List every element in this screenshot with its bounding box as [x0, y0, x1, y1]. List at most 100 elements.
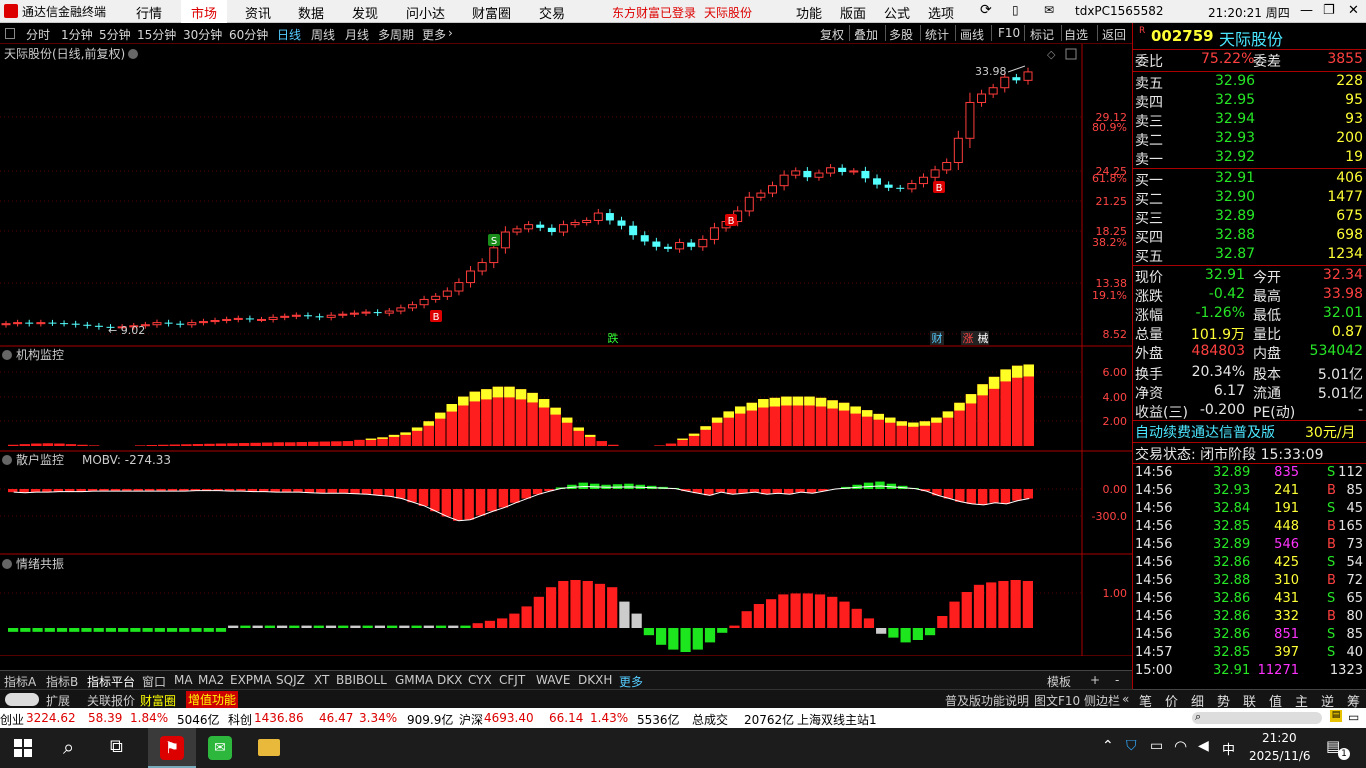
- tab-wave[interactable]: WAVE: [536, 673, 570, 687]
- period-multi[interactable]: 多周期: [378, 26, 414, 43]
- inst-dropdown-icon[interactable]: [2, 350, 12, 360]
- template-button[interactable]: 模板: [1047, 673, 1071, 690]
- period-15min[interactable]: 15分钟: [137, 26, 176, 43]
- tool-diejia[interactable]: 叠加: [854, 26, 878, 43]
- add-button[interactable]: +: [1090, 673, 1100, 687]
- sidebar-toggle-icon[interactable]: [5, 28, 15, 39]
- wifi-icon[interactable]: ◠: [1174, 737, 1187, 755]
- tab-dkx[interactable]: DKX: [437, 673, 462, 687]
- period-1min[interactable]: 1分钟: [61, 26, 93, 43]
- minimize-icon[interactable]: —: [1300, 3, 1313, 18]
- menu-zixun[interactable]: 资讯: [245, 3, 271, 22]
- tool-f10[interactable]: F10: [998, 26, 1020, 40]
- tab-window[interactable]: 窗口: [142, 673, 166, 690]
- ad-text[interactable]: 自动续费通达信普及版: [1135, 422, 1275, 442]
- dropdown-icon[interactable]: [128, 49, 138, 59]
- tab-related-quote[interactable]: 关联报价: [87, 692, 135, 709]
- period-60min[interactable]: 60分钟: [229, 26, 268, 43]
- menu-shuju[interactable]: 数据: [298, 3, 324, 22]
- sidebar-collapse-icon[interactable]: «: [1122, 692, 1129, 706]
- tab-cyx[interactable]: CYX: [468, 673, 492, 687]
- taskbar-date[interactable]: 2025/11/6: [1249, 749, 1311, 763]
- tab-indicator-b[interactable]: 指标B: [46, 673, 78, 690]
- tab-ma[interactable]: MA: [174, 673, 193, 687]
- ime-indicator[interactable]: 中: [1222, 739, 1235, 758]
- period-fenshi[interactable]: 分时: [26, 26, 50, 43]
- help-link[interactable]: 普及版功能说明: [945, 692, 1029, 709]
- tab-indicator-platform[interactable]: 指标平台: [87, 673, 135, 690]
- menu-shichang[interactable]: 市场: [181, 0, 228, 23]
- tool-fanhui[interactable]: 返回: [1102, 26, 1126, 43]
- menu-banmian[interactable]: 版面: [840, 3, 866, 22]
- f10-link[interactable]: 图文F10: [1034, 692, 1080, 709]
- tool-fuquan[interactable]: 复权: [820, 26, 844, 43]
- ticker-slider[interactable]: [1192, 712, 1322, 724]
- notify-icon[interactable]: ▤: [1330, 710, 1342, 722]
- ticker-hs-name[interactable]: 沪深: [459, 711, 483, 728]
- volume-icon[interactable]: ◀: [1198, 738, 1209, 754]
- menu-xuanxiang[interactable]: 选项: [928, 3, 954, 22]
- chevron-right-icon[interactable]: ›: [448, 26, 453, 40]
- period-daily[interactable]: 日线: [277, 26, 301, 43]
- tab-gmma[interactable]: GMMA: [395, 673, 433, 687]
- menu-caifuquan[interactable]: 财富圈: [472, 3, 511, 22]
- ticker-cyb-name[interactable]: 创业: [0, 711, 24, 728]
- tab-extend[interactable]: 扩展: [46, 692, 70, 709]
- tool-duogu[interactable]: 多股: [889, 26, 913, 43]
- menu-stock-name[interactable]: 天际股份: [704, 4, 752, 21]
- retail-dropdown-icon[interactable]: [2, 455, 12, 465]
- mail-icon[interactable]: ✉: [1044, 3, 1054, 17]
- tray-chevron-icon[interactable]: ⌃: [1102, 738, 1114, 754]
- security-icon[interactable]: ⛉: [1126, 738, 1137, 754]
- period-5min[interactable]: 5分钟: [99, 26, 131, 43]
- menu-faxian[interactable]: 发现: [352, 3, 378, 22]
- refresh-icon[interactable]: ⟳: [980, 2, 992, 18]
- tool-biaoji[interactable]: 标记: [1030, 26, 1054, 43]
- task-view-icon[interactable]: ⧉: [110, 736, 123, 757]
- phone-icon[interactable]: ▯: [1012, 3, 1019, 17]
- remove-button[interactable]: -: [1115, 673, 1119, 687]
- taskbar-time[interactable]: 21:20: [1262, 731, 1297, 745]
- search-icon[interactable]: ⌕: [63, 735, 74, 759]
- search-icon[interactable]: ⌕: [1195, 710, 1201, 724]
- ad-price[interactable]: 30元/月: [1305, 422, 1356, 442]
- period-weekly[interactable]: 周线: [311, 26, 335, 43]
- tab-bbiboll[interactable]: BBIBOLL: [336, 673, 387, 687]
- wechat-icon[interactable]: ✉: [208, 736, 232, 760]
- menu-hangqing[interactable]: 行情: [136, 3, 162, 22]
- tool-huaxian[interactable]: 画线: [960, 26, 984, 43]
- tab-xt[interactable]: XT: [314, 673, 329, 687]
- battery-icon[interactable]: ▭: [1150, 738, 1163, 754]
- window-icon[interactable]: ▭: [1348, 710, 1359, 724]
- tab-cfjt[interactable]: CFJT: [499, 673, 525, 687]
- period-more[interactable]: 更多: [422, 26, 446, 43]
- tab-dkxh[interactable]: DKXH: [578, 673, 612, 687]
- ticker-kc-name[interactable]: 科创: [228, 711, 252, 728]
- tab-ma2[interactable]: MA2: [198, 673, 224, 687]
- menu-jiaoyi[interactable]: 交易: [539, 3, 565, 22]
- menu-gongshi[interactable]: 公式: [884, 3, 910, 22]
- tool-tongji[interactable]: 统计: [925, 26, 949, 43]
- kline-chart[interactable]: 天际股份(日线,前复权) ◇ 29.1224.2521.2518.2513.38…: [0, 44, 1132, 671]
- sidebar-link[interactable]: 侧边栏: [1084, 692, 1120, 709]
- period-30min[interactable]: 30分钟: [183, 26, 222, 43]
- windows-start-icon[interactable]: [14, 739, 32, 757]
- close-icon[interactable]: ✕: [1348, 3, 1359, 18]
- tab-sqjz[interactable]: SQJZ: [276, 673, 305, 687]
- folder-icon[interactable]: [258, 739, 280, 756]
- restore-icon[interactable]: ❐: [1323, 3, 1335, 18]
- period-monthly[interactable]: 月线: [345, 26, 369, 43]
- sent-dropdown-icon[interactable]: [2, 559, 12, 569]
- tab-expma[interactable]: EXPMA: [230, 673, 272, 687]
- diamond-icon[interactable]: ◇: [1047, 48, 1056, 61]
- tab-value-added[interactable]: 增值功能: [186, 691, 239, 708]
- chart-area[interactable]: 天际股份(日线,前复权) ◇ 29.12 24.25 21.25 18.25 13.38…: [0, 44, 1132, 671]
- toggle-switch[interactable]: [5, 693, 39, 706]
- tool-zixuan[interactable]: 自选: [1064, 26, 1088, 43]
- ad-row[interactable]: 自动续费通达信普及版 30元/月: [1135, 422, 1365, 441]
- menu-wenxiaoda[interactable]: 问小达: [406, 3, 445, 22]
- tab-wealth-circle[interactable]: 财富圈: [140, 692, 176, 709]
- tab-more[interactable]: 更多: [619, 673, 643, 690]
- tab-indicator-a[interactable]: 指标A: [4, 673, 36, 690]
- menu-gongneng[interactable]: 功能: [796, 3, 822, 22]
